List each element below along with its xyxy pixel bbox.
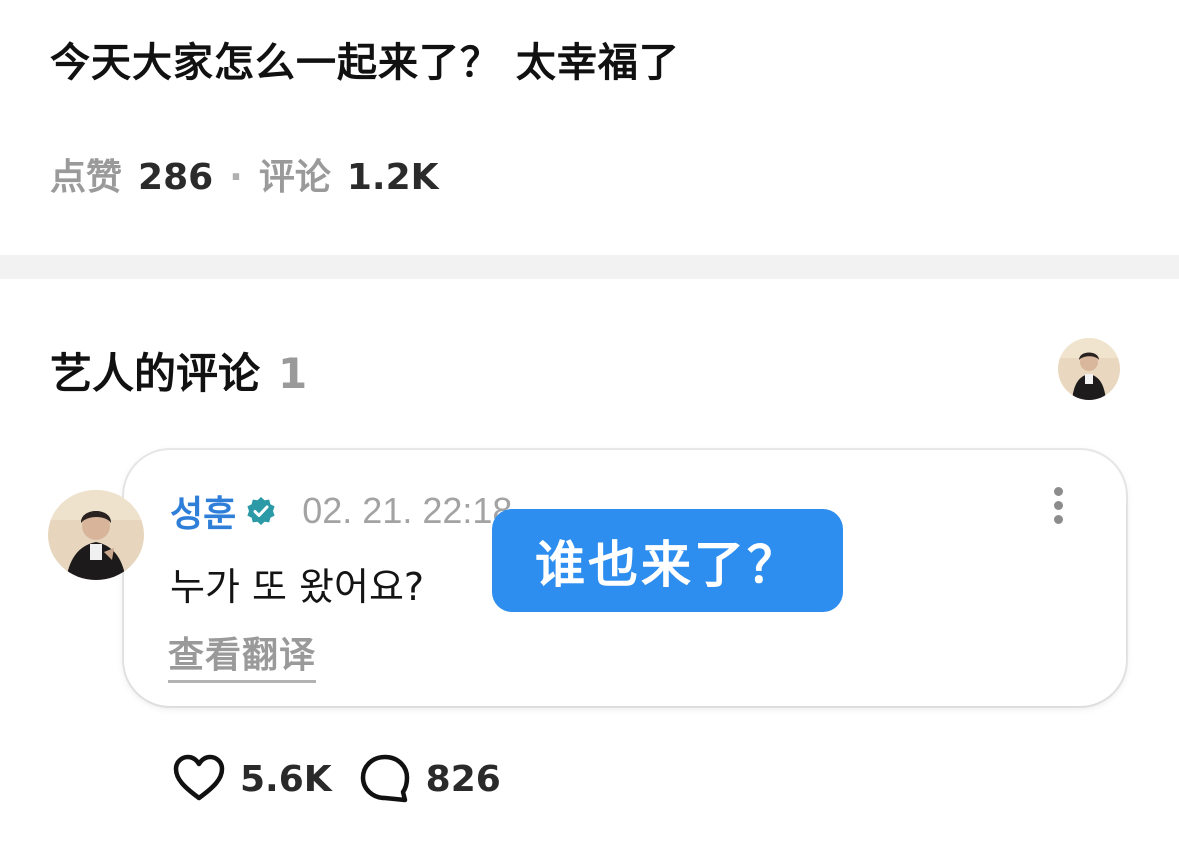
- post-stats: 点赞 286 · 评论 1.2K: [50, 148, 439, 200]
- translation-overlay: 谁也来了？: [492, 509, 843, 612]
- like-count: 5.6K: [240, 758, 332, 800]
- translate-link[interactable]: 查看翻译: [168, 626, 317, 683]
- stats-separator: ·: [229, 157, 243, 198]
- reply-bubble-icon[interactable]: [358, 752, 412, 806]
- section-title: 艺人的评论: [50, 349, 261, 398]
- comment-text: 누가 또 왔어요?: [170, 565, 425, 609]
- reply-count: 826: [425, 758, 501, 800]
- comment-actions: 5.6K 826: [172, 752, 501, 806]
- artist-avatar[interactable]: [1058, 338, 1120, 400]
- likes-count: 286: [138, 157, 214, 198]
- section-count: 1: [278, 349, 308, 398]
- post-title: 今天大家怎么一起来了？ 太幸福了: [50, 40, 680, 86]
- artist-comments-header: 艺人的评论 1: [50, 340, 307, 401]
- likes-label: 点赞: [50, 157, 123, 198]
- comments-count: 1.2K: [346, 157, 439, 198]
- comment-author-name[interactable]: 성훈: [170, 485, 236, 537]
- comment-header: 성훈 02. 21. 22:18: [170, 485, 512, 537]
- section-divider: [0, 255, 1179, 279]
- comment-author-avatar[interactable]: [48, 490, 144, 580]
- more-options-icon[interactable]: [1048, 487, 1068, 531]
- verified-badge-icon: [246, 496, 276, 526]
- comments-label: 评论: [258, 157, 331, 198]
- comment-timestamp: 02. 21. 22:18: [302, 490, 513, 531]
- heart-icon[interactable]: [172, 752, 226, 806]
